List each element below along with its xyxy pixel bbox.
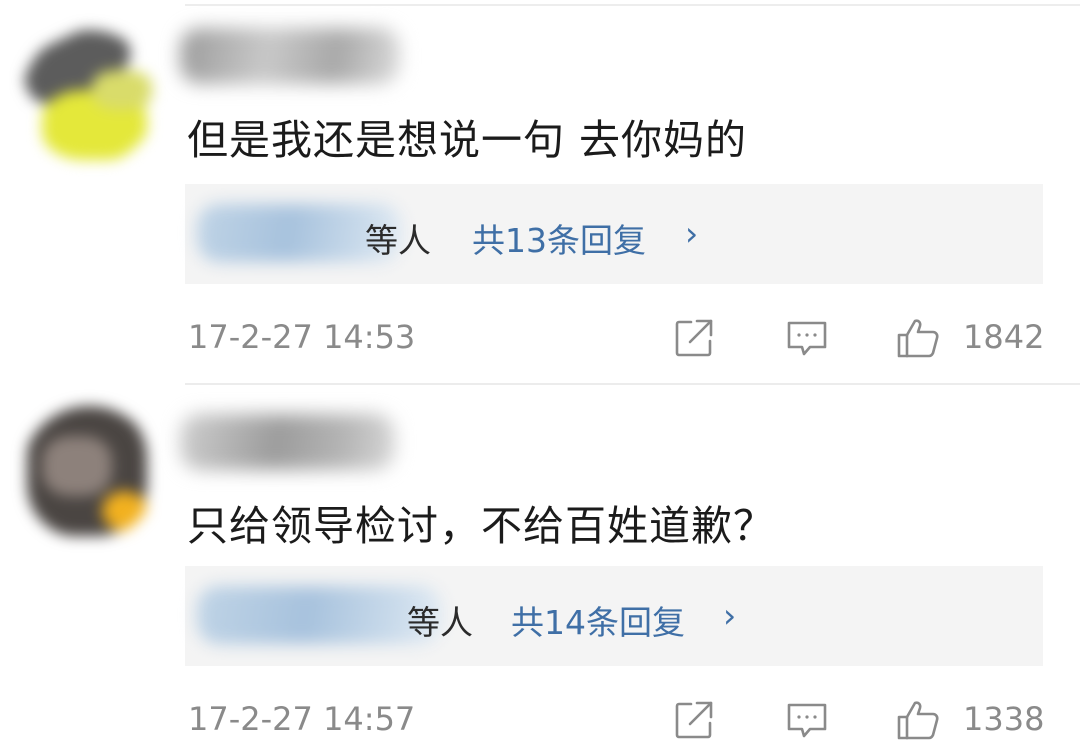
comment-text: 但是我还是想说一句 去你妈的 — [187, 116, 748, 164]
comment-timestamp: 17-2-27 14:57 — [188, 700, 416, 738]
reply-preview[interactable]: 等人 共13条回复 › — [185, 184, 1043, 284]
avatar[interactable] — [22, 406, 157, 541]
comment-item: 只给领导检讨，不给百姓道歉？ 等人 共14条回复 › 17-2-27 14:57… — [0, 384, 1080, 754]
like-icon[interactable] — [896, 698, 940, 742]
reply-count-link[interactable]: 共13条回复 — [472, 214, 646, 262]
reply-users-suffix: 等人 — [407, 603, 473, 642]
comment-icon[interactable] — [785, 698, 829, 742]
username-redacted[interactable] — [180, 28, 400, 84]
comment-timestamp: 17-2-27 14:53 — [188, 318, 416, 356]
share-icon[interactable] — [672, 316, 716, 360]
username-redacted[interactable] — [180, 414, 395, 470]
comment-text: 只给领导检讨，不给百姓道歉？ — [187, 502, 775, 550]
chevron-right-icon: › — [723, 596, 737, 635]
like-count: 1338 — [963, 700, 1045, 738]
reply-preview[interactable]: 等人 共14条回复 › — [185, 566, 1043, 666]
chevron-right-icon: › — [685, 214, 699, 253]
share-icon[interactable] — [672, 698, 716, 742]
like-icon[interactable] — [896, 316, 940, 360]
reply-users-redacted — [197, 586, 442, 644]
avatar[interactable] — [22, 30, 157, 165]
comment-icon[interactable] — [785, 316, 829, 360]
reply-count-link[interactable]: 共14条回复 — [511, 596, 685, 644]
like-count: 1842 — [963, 318, 1045, 356]
reply-users-suffix: 等人 — [365, 221, 431, 260]
comment-item: 但是我还是想说一句 去你妈的 等人 共13条回复 › 17-2-27 14:53… — [0, 0, 1080, 385]
